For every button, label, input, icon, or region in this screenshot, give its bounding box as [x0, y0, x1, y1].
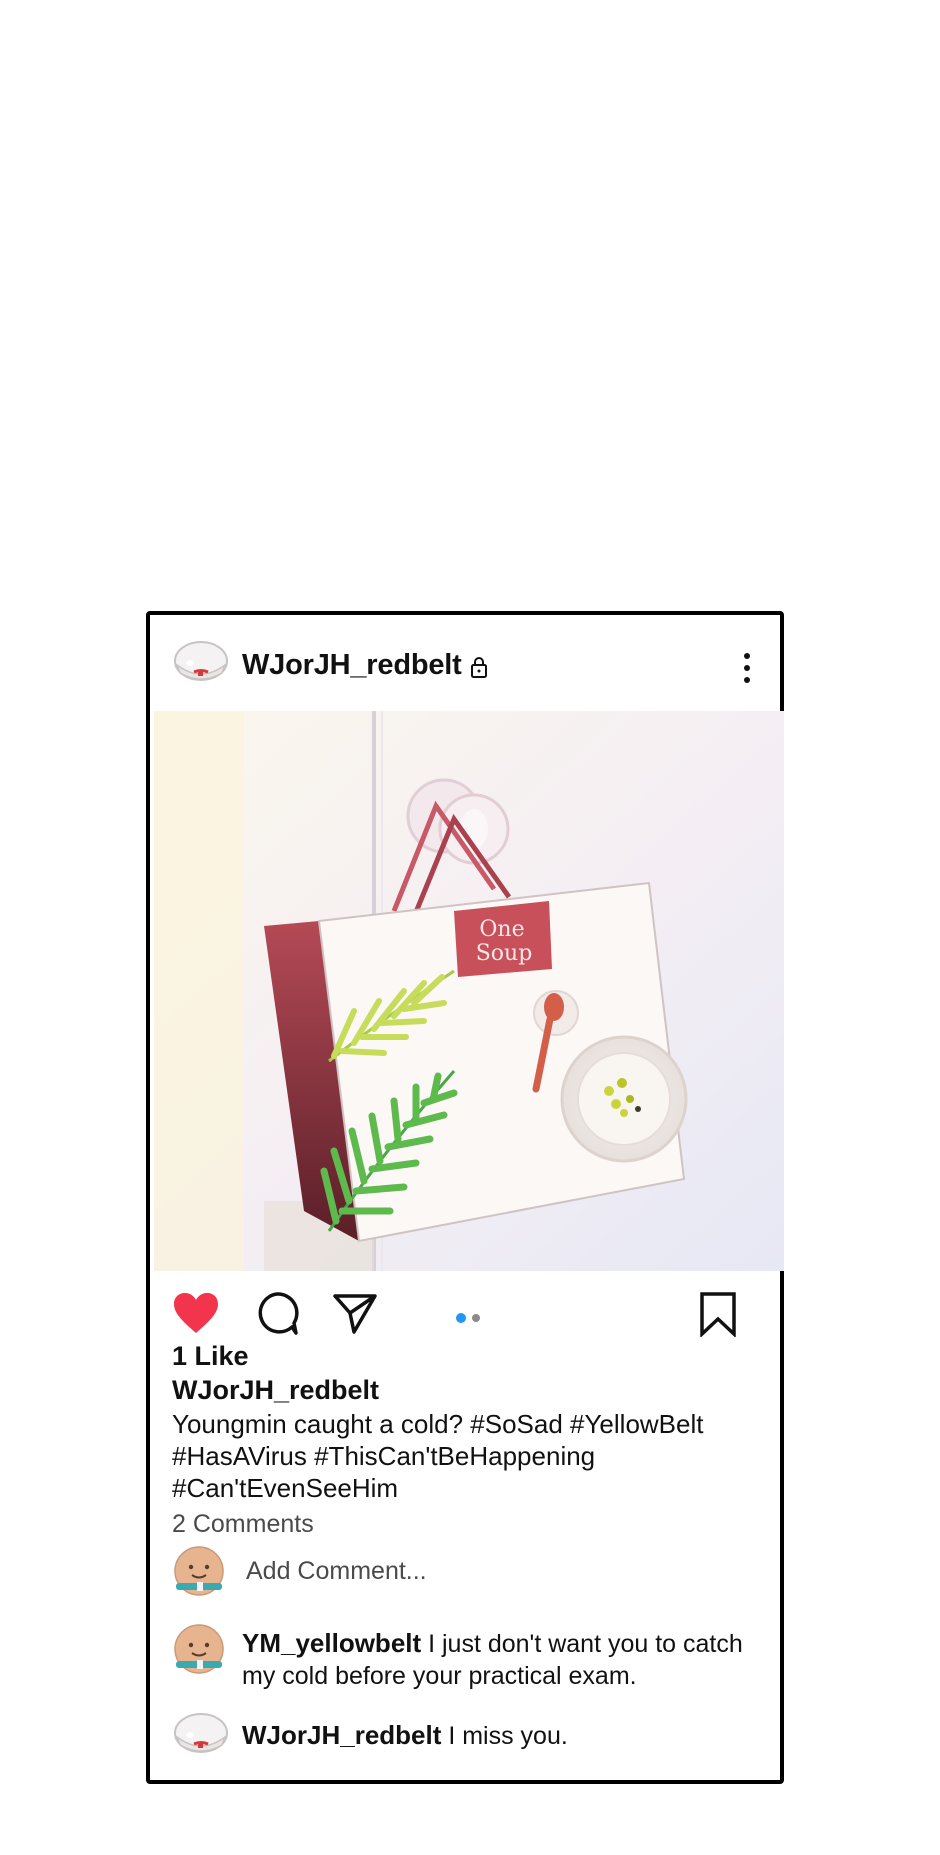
bag-logo-line1: One — [479, 917, 524, 942]
bag-logo-line2: Soup — [476, 941, 533, 966]
action-bar — [150, 1283, 780, 1343]
post-caption: Youngmin caught a cold? #SoSad #YellowBe… — [172, 1408, 762, 1504]
commenter-avatar-icon[interactable] — [172, 1711, 230, 1755]
share-icon[interactable] — [332, 1291, 378, 1335]
comment-username[interactable]: YM_yellowbelt — [242, 1628, 421, 1658]
bookmark-icon[interactable] — [698, 1291, 738, 1337]
heart-icon[interactable] — [172, 1291, 220, 1335]
add-comment-input[interactable] — [246, 1551, 546, 1591]
user-avatar-icon[interactable] — [172, 639, 230, 683]
instagram-post-card: WJorJH_redbelt One Soup 1 Like WJorJH_re… — [146, 611, 784, 1784]
comment-username[interactable]: WJorJH_redbelt — [242, 1720, 441, 1750]
caption-line: Youngmin caught a cold? #SoSad #YellowBe… — [172, 1409, 704, 1439]
carousel-indicator — [456, 1309, 486, 1327]
comment-icon[interactable] — [254, 1291, 300, 1335]
current-user-avatar-icon — [172, 1545, 226, 1599]
post-photo[interactable]: One Soup — [154, 711, 784, 1271]
caption-line: #Can'tEvenSeeHim — [172, 1473, 399, 1503]
caption-line: #HasAVirus #ThisCan'tBeHappening — [172, 1441, 596, 1471]
like-count[interactable]: 1 Like — [172, 1341, 249, 1372]
view-comments-link[interactable]: 2 Comments — [172, 1510, 314, 1539]
lock-icon — [471, 657, 487, 678]
comment-text: I miss you. — [448, 1722, 568, 1750]
more-options-icon[interactable] — [742, 653, 752, 687]
caption-username[interactable]: WJorJH_redbelt — [172, 1375, 379, 1406]
comment-body: YM_yellowbelt I just don't want you to c… — [242, 1627, 772, 1692]
commenter-avatar-icon[interactable] — [172, 1623, 226, 1677]
post-username[interactable]: WJorJH_redbelt — [242, 649, 462, 682]
post-header: WJorJH_redbelt — [150, 615, 780, 711]
comment-body: WJorJH_redbelt I miss you. — [242, 1719, 772, 1752]
carousel-dot-active[interactable] — [456, 1312, 466, 1323]
carousel-dot[interactable] — [472, 1313, 480, 1322]
